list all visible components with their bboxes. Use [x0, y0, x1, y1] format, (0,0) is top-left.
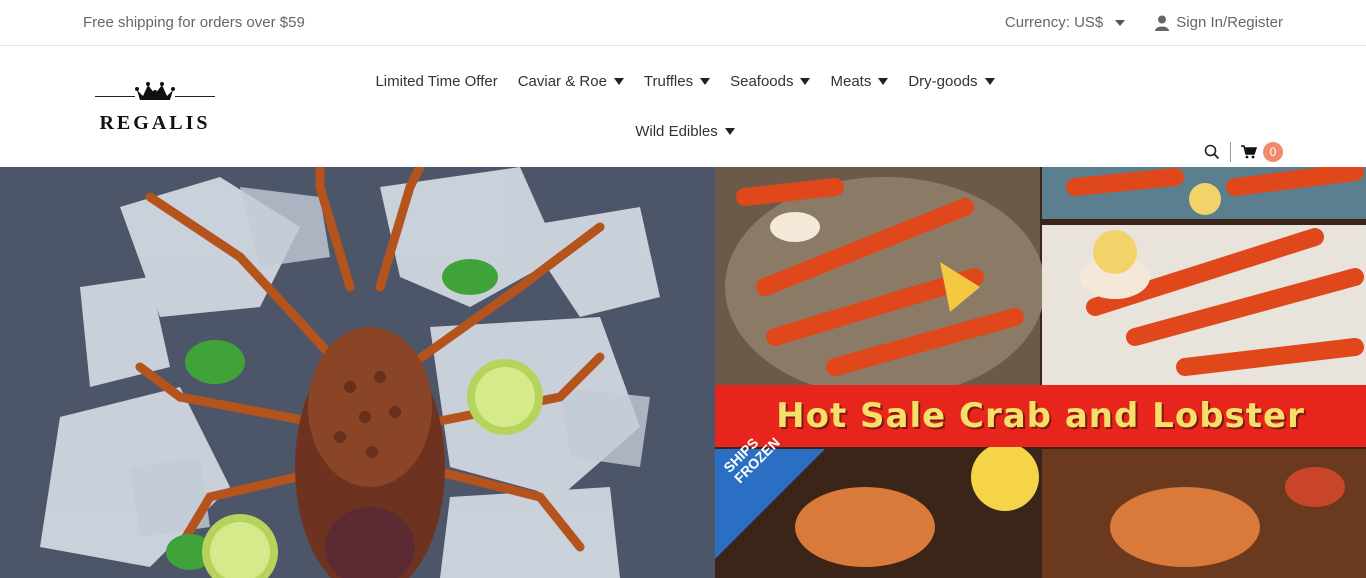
nav-seafoods[interactable]: Seafoods — [720, 56, 820, 106]
caret-down-icon — [700, 77, 711, 85]
nav-caviar-roe[interactable]: Caviar & Roe — [508, 56, 634, 106]
nav-label: Caviar & Roe — [517, 72, 607, 90]
user-icon — [1155, 15, 1170, 31]
currency-label: Currency: US$ — [1004, 14, 1104, 31]
caret-down-icon — [800, 77, 811, 85]
nav-label: Seafoods — [730, 72, 794, 90]
regalis-logo[interactable]: REGALIS — [95, 82, 215, 142]
shipping-notice: Free shipping for orders over $59 — [83, 14, 305, 31]
lobster-on-ice-image[interactable] — [0, 167, 715, 578]
crab-lobster-promo-image[interactable]: Hot Sale Crab and Lobster SHIPS FROZEN — [715, 167, 1366, 578]
nav-label: Limited Time Offer — [375, 72, 498, 90]
nav-wild-edibles[interactable]: Wild Edibles — [625, 106, 745, 156]
hot-sale-text: Hot Sale Crab and Lobster — [776, 396, 1305, 436]
currency-selector[interactable]: Currency: US$ — [1004, 14, 1126, 31]
caret-down-icon — [613, 77, 624, 85]
caret-down-icon — [724, 127, 735, 135]
lobster-illustration — [0, 167, 715, 578]
hero-banner[interactable]: Hot Sale Crab and Lobster SHIPS FROZEN — [0, 167, 1366, 578]
top-bar-actions: Currency: US$ Sign In/Register — [1005, 14, 1283, 31]
site-header: REGALIS Limited Time Offer Caviar & Roe … — [0, 46, 1366, 167]
sign-in-label: Sign In/Register — [1176, 14, 1283, 31]
logo-text: REGALIS — [99, 112, 211, 134]
search-icon[interactable] — [1204, 144, 1220, 160]
cart-count-badge: 0 — [1263, 142, 1283, 162]
nav-truffles[interactable]: Truffles — [634, 56, 720, 106]
nav-label: Wild Edibles — [635, 122, 718, 140]
tools-divider — [1230, 142, 1231, 162]
nav-label: Truffles — [643, 72, 694, 90]
nav-label: Dry-goods — [908, 72, 978, 90]
chevron-down-icon — [1115, 19, 1126, 26]
logo-line-right — [175, 96, 215, 97]
main-nav: Limited Time Offer Caviar & Roe Truffles… — [345, 56, 1025, 156]
logo-line-left — [95, 96, 135, 97]
nav-meats[interactable]: Meats — [820, 56, 898, 106]
sign-in-link[interactable]: Sign In/Register — [1155, 14, 1283, 31]
hot-sale-banner: Hot Sale Crab and Lobster — [715, 385, 1366, 447]
nav-label: Meats — [830, 72, 872, 90]
caret-down-icon — [878, 77, 889, 85]
caret-down-icon — [984, 77, 995, 85]
header-tools: 0 — [1204, 142, 1283, 162]
crown-icon — [135, 82, 175, 100]
nav-limited-time-offer[interactable]: Limited Time Offer — [365, 56, 507, 106]
top-bar: Free shipping for orders over $59 Curren… — [0, 0, 1366, 46]
cart-button[interactable]: 0 — [1241, 142, 1283, 162]
cart-icon — [1241, 145, 1257, 159]
nav-dry-goods[interactable]: Dry-goods — [898, 56, 1004, 106]
